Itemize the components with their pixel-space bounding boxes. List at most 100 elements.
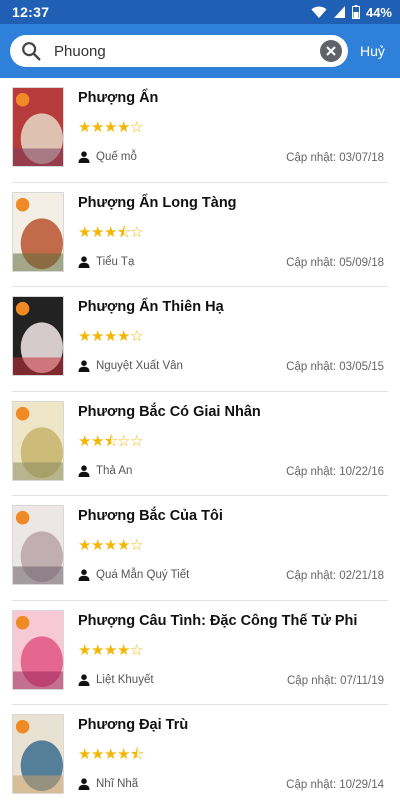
cancel-button[interactable]: Huỷ <box>360 43 385 59</box>
person-icon <box>78 464 90 477</box>
updated-value: 07/11/19 <box>340 674 384 687</box>
book-title[interactable]: Phượng Câu Tình: Đặc Công Thế Tử Phi <box>78 613 357 629</box>
star-full-icon: ★ <box>91 537 105 554</box>
author-name: Nhĩ Nhã <box>96 778 139 790</box>
book-cover-image <box>12 714 64 794</box>
person-icon <box>78 360 90 372</box>
book-list-item[interactable]: Phượng Ẩn ★ ★ ★ ★ ☆ Quế mỗ Cập nhật: 03/07/18 <box>12 78 388 183</box>
updated-date: Cập nhật: 07/11/19 <box>287 675 384 687</box>
person-icon <box>78 569 90 581</box>
author-name: Quá Mẫn Quý Tiết <box>96 569 190 581</box>
updated-value: 05/09/18 <box>339 256 384 269</box>
status-bar: 12:37 44% <box>0 0 400 24</box>
clear-search-button[interactable] <box>320 40 342 62</box>
star-half-icon: ⯪ <box>130 746 145 763</box>
star-full-icon: ★ <box>91 432 105 450</box>
updated-date: Cập nhật: 10/22/16 <box>286 466 384 478</box>
author-row: Thả An <box>78 465 132 477</box>
wifi-icon <box>311 5 327 19</box>
updated-date: Cập nhật: 03/05/15 <box>286 361 384 373</box>
star-full-icon: ★ <box>78 641 92 659</box>
star-full-icon: ★ <box>104 537 118 554</box>
author-name: Tiểu Tạ <box>96 255 135 268</box>
status-time: 12:37 <box>12 4 50 20</box>
person-icon <box>78 778 90 790</box>
star-full-icon: ★ <box>91 746 105 763</box>
star-empty-icon: ☆ <box>117 432 131 450</box>
book-title[interactable]: Phương Đại Trù <box>78 717 188 733</box>
star-half-icon: ⯪ <box>117 223 132 241</box>
book-list-item[interactable]: Phương Bắc Có Giai Nhân ★ ★ ⯪ ☆ ☆ Thả An Cập nh… <box>12 392 388 496</box>
book-cover-image <box>12 87 64 167</box>
book-title[interactable]: Phượng Ẩn Long Tàng <box>78 195 237 211</box>
search-app-bar: Huỷ <box>0 24 400 78</box>
author-name: Thả An <box>96 464 133 477</box>
book-list-item[interactable]: Phượng Câu Tình: Đặc Công Thế Tử Phi ★ ★ ★ ★… <box>12 601 388 705</box>
star-full-icon: ★ <box>78 223 92 241</box>
result-list: Phượng Ẩn ★ ★ ★ ★ ☆ Quế mỗ Cập nhật: 03/07/18 Ph… <box>0 78 400 800</box>
book-cover-image <box>12 296 64 376</box>
updated-date: Cập nhật: 03/07/18 <box>286 152 384 164</box>
person-icon <box>78 673 90 686</box>
star-empty-icon: ☆ <box>130 119 144 136</box>
book-list-item[interactable]: Phượng Ẩn Long Tàng ★ ★ ★ ⯪ ☆ Tiểu Tạ Cập nhật:… <box>12 183 388 287</box>
star-full-icon: ★ <box>117 119 131 136</box>
book-title[interactable]: Phương Bắc Của Tôi <box>78 508 223 524</box>
star-empty-icon: ☆ <box>130 223 144 241</box>
author-row: Quế mỗ <box>78 151 137 163</box>
star-empty-icon: ☆ <box>130 537 144 554</box>
battery-percent: 44% <box>365 4 392 20</box>
star-empty-icon: ☆ <box>130 328 144 345</box>
book-cover-image <box>12 400 64 481</box>
star-full-icon: ★ <box>104 641 118 659</box>
person-icon <box>78 151 90 163</box>
updated-date: Cập nhật: 02/21/18 <box>286 570 384 582</box>
updated-label: Cập nhật: <box>287 674 341 687</box>
author-name: Quế mỗ <box>96 151 137 163</box>
search-icon <box>22 42 41 61</box>
author-row: Tiểu Tạ <box>78 256 134 268</box>
star-full-icon: ★ <box>104 223 118 241</box>
star-rating: ★ ★ ★ ★ ☆ <box>78 643 143 658</box>
battery-icon <box>351 5 360 19</box>
book-list-item[interactable]: Phương Bắc Của Tôi ★ ★ ★ ★ ☆ Quá Mẫn Quý Tiết C… <box>12 496 388 601</box>
author-row: Nhĩ Nhã <box>78 778 138 790</box>
star-full-icon: ★ <box>104 119 118 136</box>
updated-label: Cập nhật: <box>286 256 340 269</box>
updated-value: 10/29/14 <box>339 779 384 791</box>
close-icon <box>326 46 336 56</box>
search-input[interactable] <box>54 37 320 65</box>
star-full-icon: ★ <box>91 328 105 345</box>
star-rating: ★ ★ ★ ★ ☆ <box>78 120 143 135</box>
star-full-icon: ★ <box>78 432 92 450</box>
author-row: Quá Mẫn Quý Tiết <box>78 569 189 581</box>
star-full-icon: ★ <box>117 537 131 554</box>
book-cover-image <box>12 191 64 272</box>
star-full-icon: ★ <box>104 328 118 345</box>
star-full-icon: ★ <box>78 328 92 345</box>
star-full-icon: ★ <box>91 119 105 136</box>
star-rating: ★ ★ ★ ★ ☆ <box>78 538 143 553</box>
star-empty-icon: ☆ <box>130 432 144 450</box>
author-name: Liệt Khuyết <box>96 673 154 686</box>
star-full-icon: ★ <box>78 537 92 554</box>
star-half-icon: ⯪ <box>104 432 119 450</box>
star-rating: ★ ★ ⯪ ☆ ☆ <box>78 434 143 449</box>
book-cover-image <box>12 609 64 690</box>
star-full-icon: ★ <box>117 746 131 763</box>
updated-label: Cập nhật: <box>286 361 340 373</box>
book-title[interactable]: Phượng Ẩn Thiên Hạ <box>78 299 224 315</box>
author-row: Liệt Khuyết <box>78 674 154 686</box>
updated-label: Cập nhật: <box>286 779 340 791</box>
book-title[interactable]: Phượng Ẩn <box>78 90 158 106</box>
star-rating: ★ ★ ★ ★ ☆ <box>78 329 143 344</box>
star-empty-icon: ☆ <box>130 641 144 659</box>
updated-value: 03/07/18 <box>339 152 384 164</box>
book-list-item[interactable]: Phượng Ẩn Thiên Hạ ★ ★ ★ ★ ☆ Nguyệt Xuất Vân Cậ… <box>12 287 388 392</box>
star-full-icon: ★ <box>78 119 92 136</box>
updated-label: Cập nhật: <box>286 152 340 164</box>
book-list-item[interactable]: Phương Đại Trù ★ ★ ★ ★ ⯪ Nhĩ Nhã Cập nhật: 10/2… <box>12 705 388 800</box>
star-full-icon: ★ <box>117 641 131 659</box>
book-title[interactable]: Phương Bắc Có Giai Nhân <box>78 404 261 420</box>
search-box[interactable] <box>10 35 348 67</box>
